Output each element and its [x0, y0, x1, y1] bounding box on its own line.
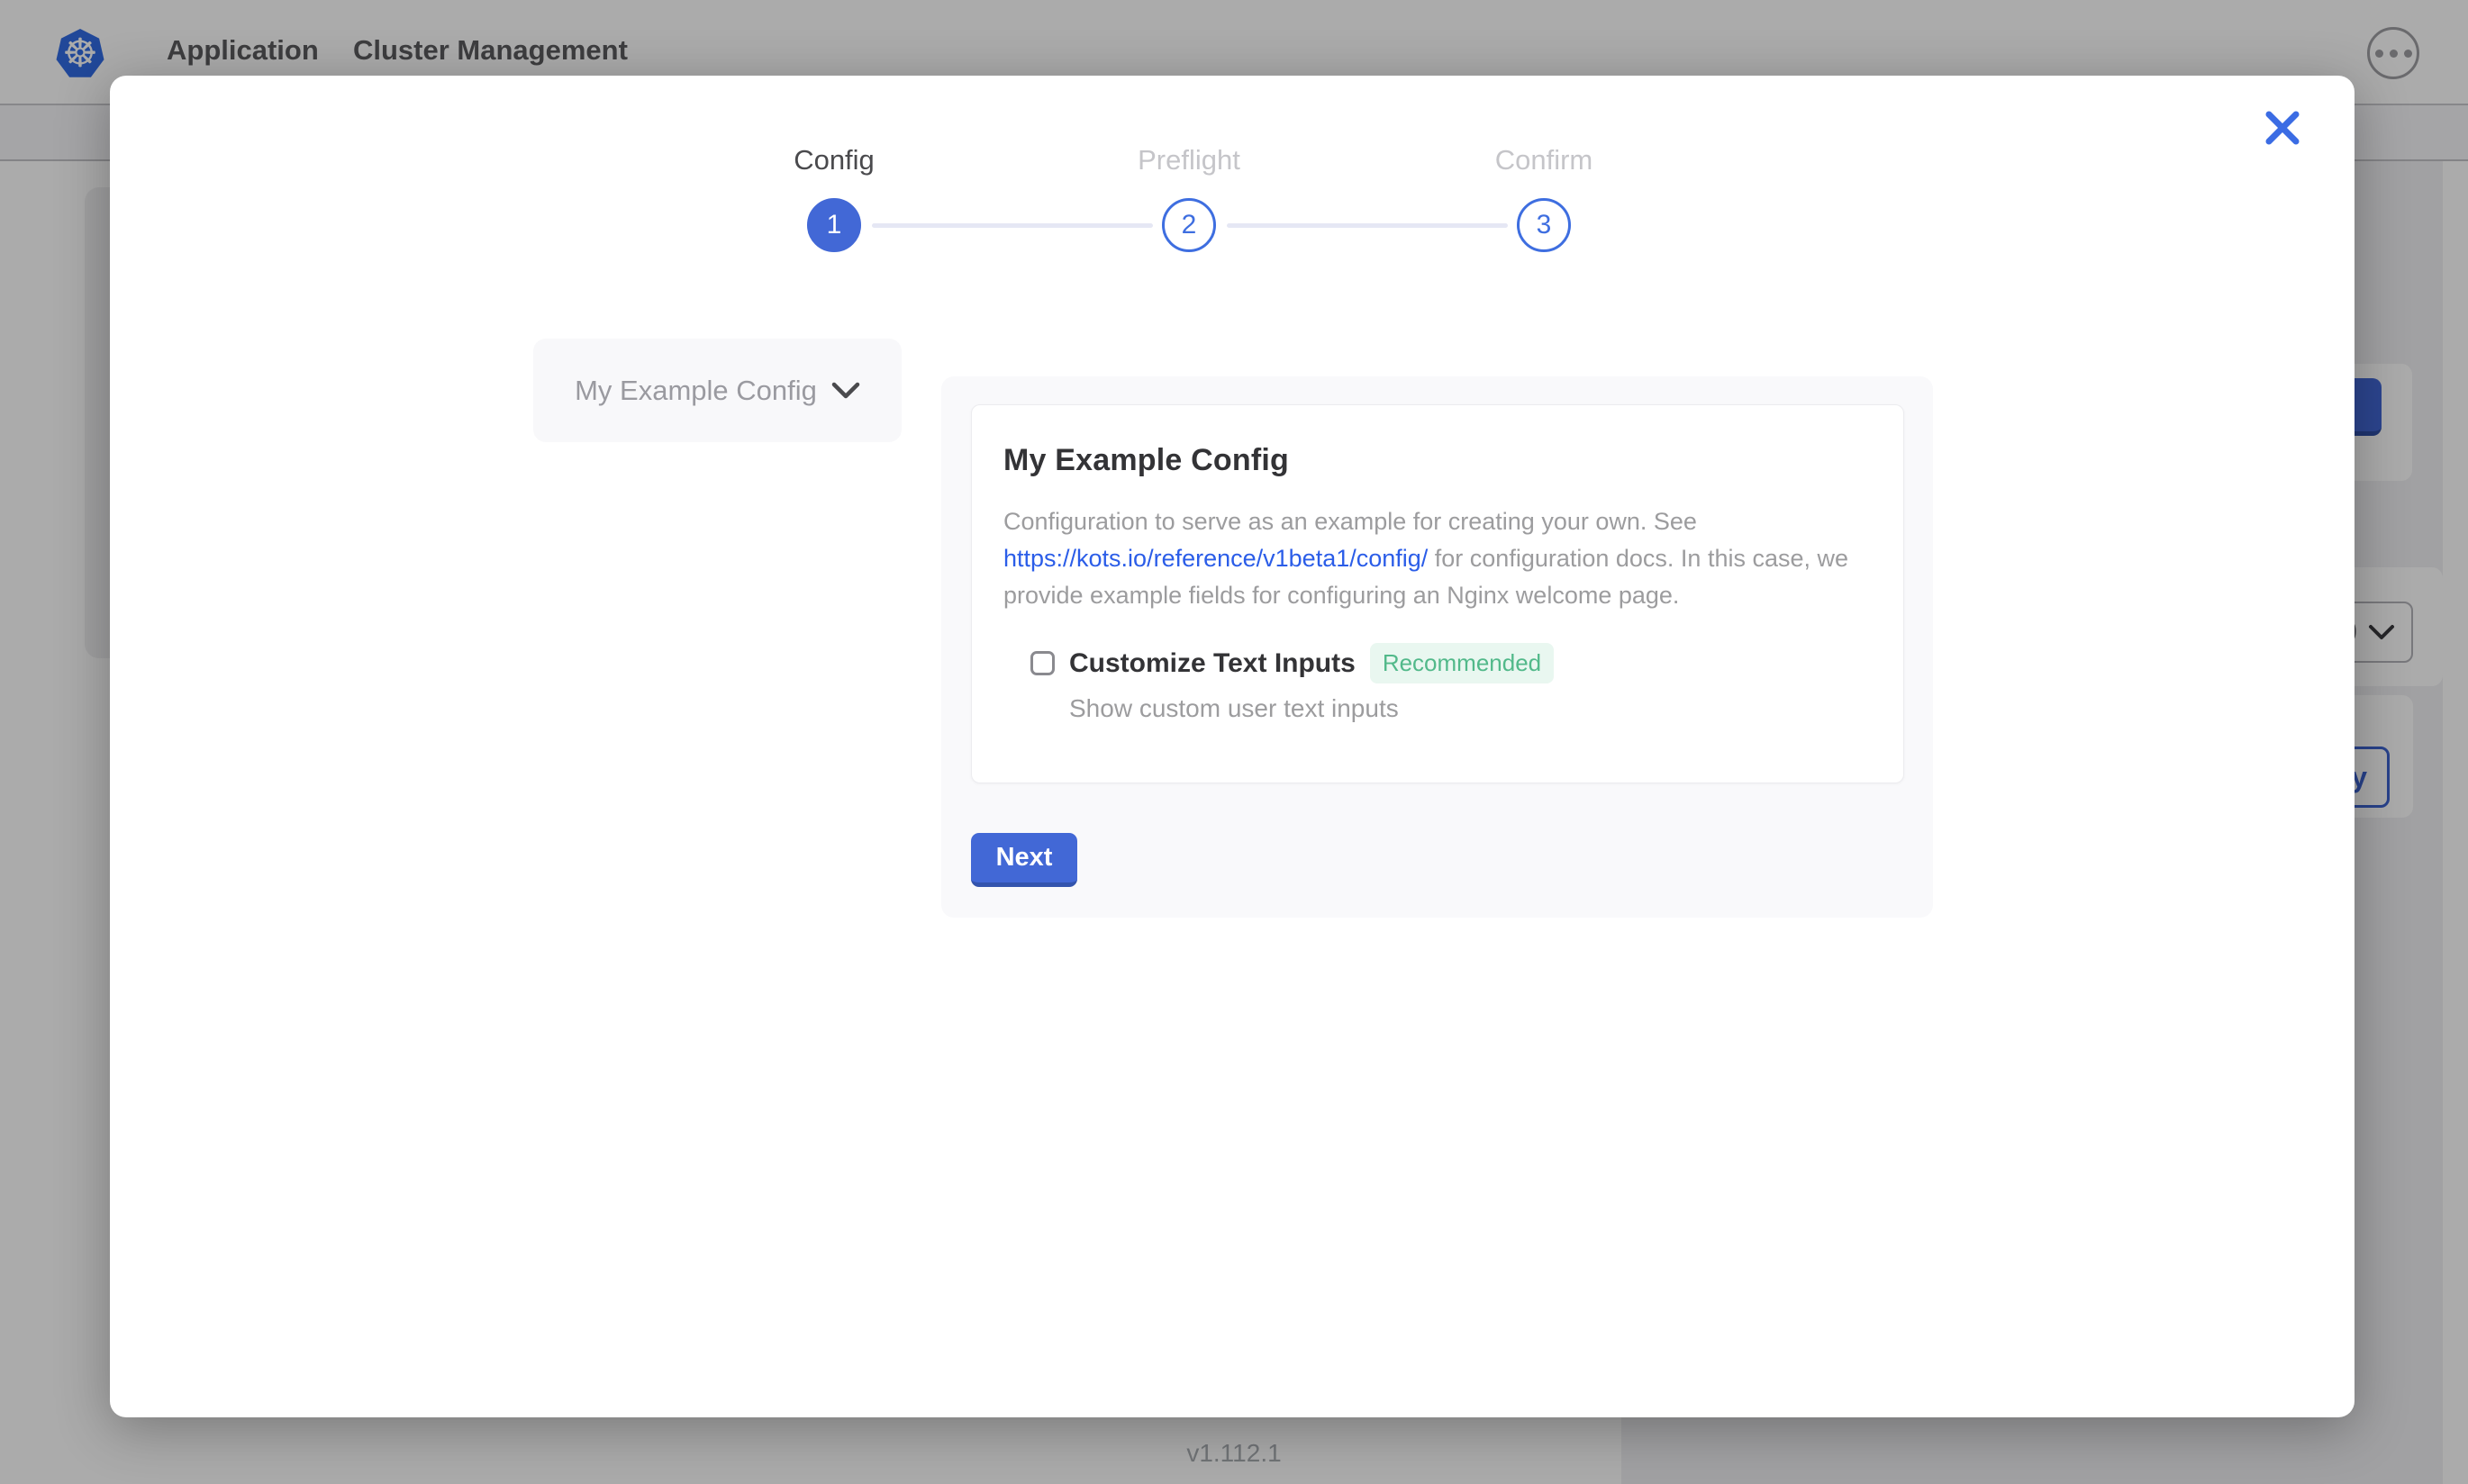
checkbox-help-text: Show custom user text inputs: [1069, 694, 1872, 723]
customize-text-inputs-option: Customize Text Inputs Recommended: [1030, 643, 1872, 683]
customize-text-inputs-checkbox[interactable]: [1030, 651, 1055, 675]
step-label-confirm: Confirm: [1409, 144, 1679, 176]
next-button[interactable]: Next: [971, 833, 1077, 887]
config-group-description: Configuration to serve as an example for…: [1003, 503, 1850, 614]
step-circle-1: 1: [807, 198, 861, 252]
config-group-dropdown[interactable]: My Example Config: [533, 339, 902, 442]
step-connector: [872, 223, 1153, 228]
screen: ☸ Application Cluster Management 0 y v1.…: [0, 0, 2468, 1484]
config-wizard-modal: Config Preflight Confirm 1 2 3 My Exampl…: [110, 76, 2355, 1417]
step-circle-3: 3: [1517, 198, 1571, 252]
step-label-config: Config: [699, 144, 969, 176]
step-label-preflight: Preflight: [1054, 144, 1324, 176]
checkbox-label[interactable]: Customize Text Inputs: [1069, 648, 1356, 679]
config-group-card: My Example Config Configuration to serve…: [971, 404, 1904, 783]
chevron-down-icon: [831, 382, 860, 400]
description-text: Configuration to serve as an example for…: [1003, 508, 1697, 535]
recommended-badge: Recommended: [1370, 643, 1554, 683]
config-docs-link[interactable]: https://kots.io/reference/v1beta1/config…: [1003, 545, 1428, 572]
close-button[interactable]: [2257, 103, 2308, 153]
config-panel: My Example Config Configuration to serve…: [941, 376, 1933, 918]
config-group-label: My Example Config: [575, 375, 817, 407]
step-connector: [1227, 223, 1508, 228]
step-circle-2: 2: [1162, 198, 1216, 252]
config-group-title: My Example Config: [1003, 443, 1872, 478]
close-icon: [2263, 108, 2302, 148]
